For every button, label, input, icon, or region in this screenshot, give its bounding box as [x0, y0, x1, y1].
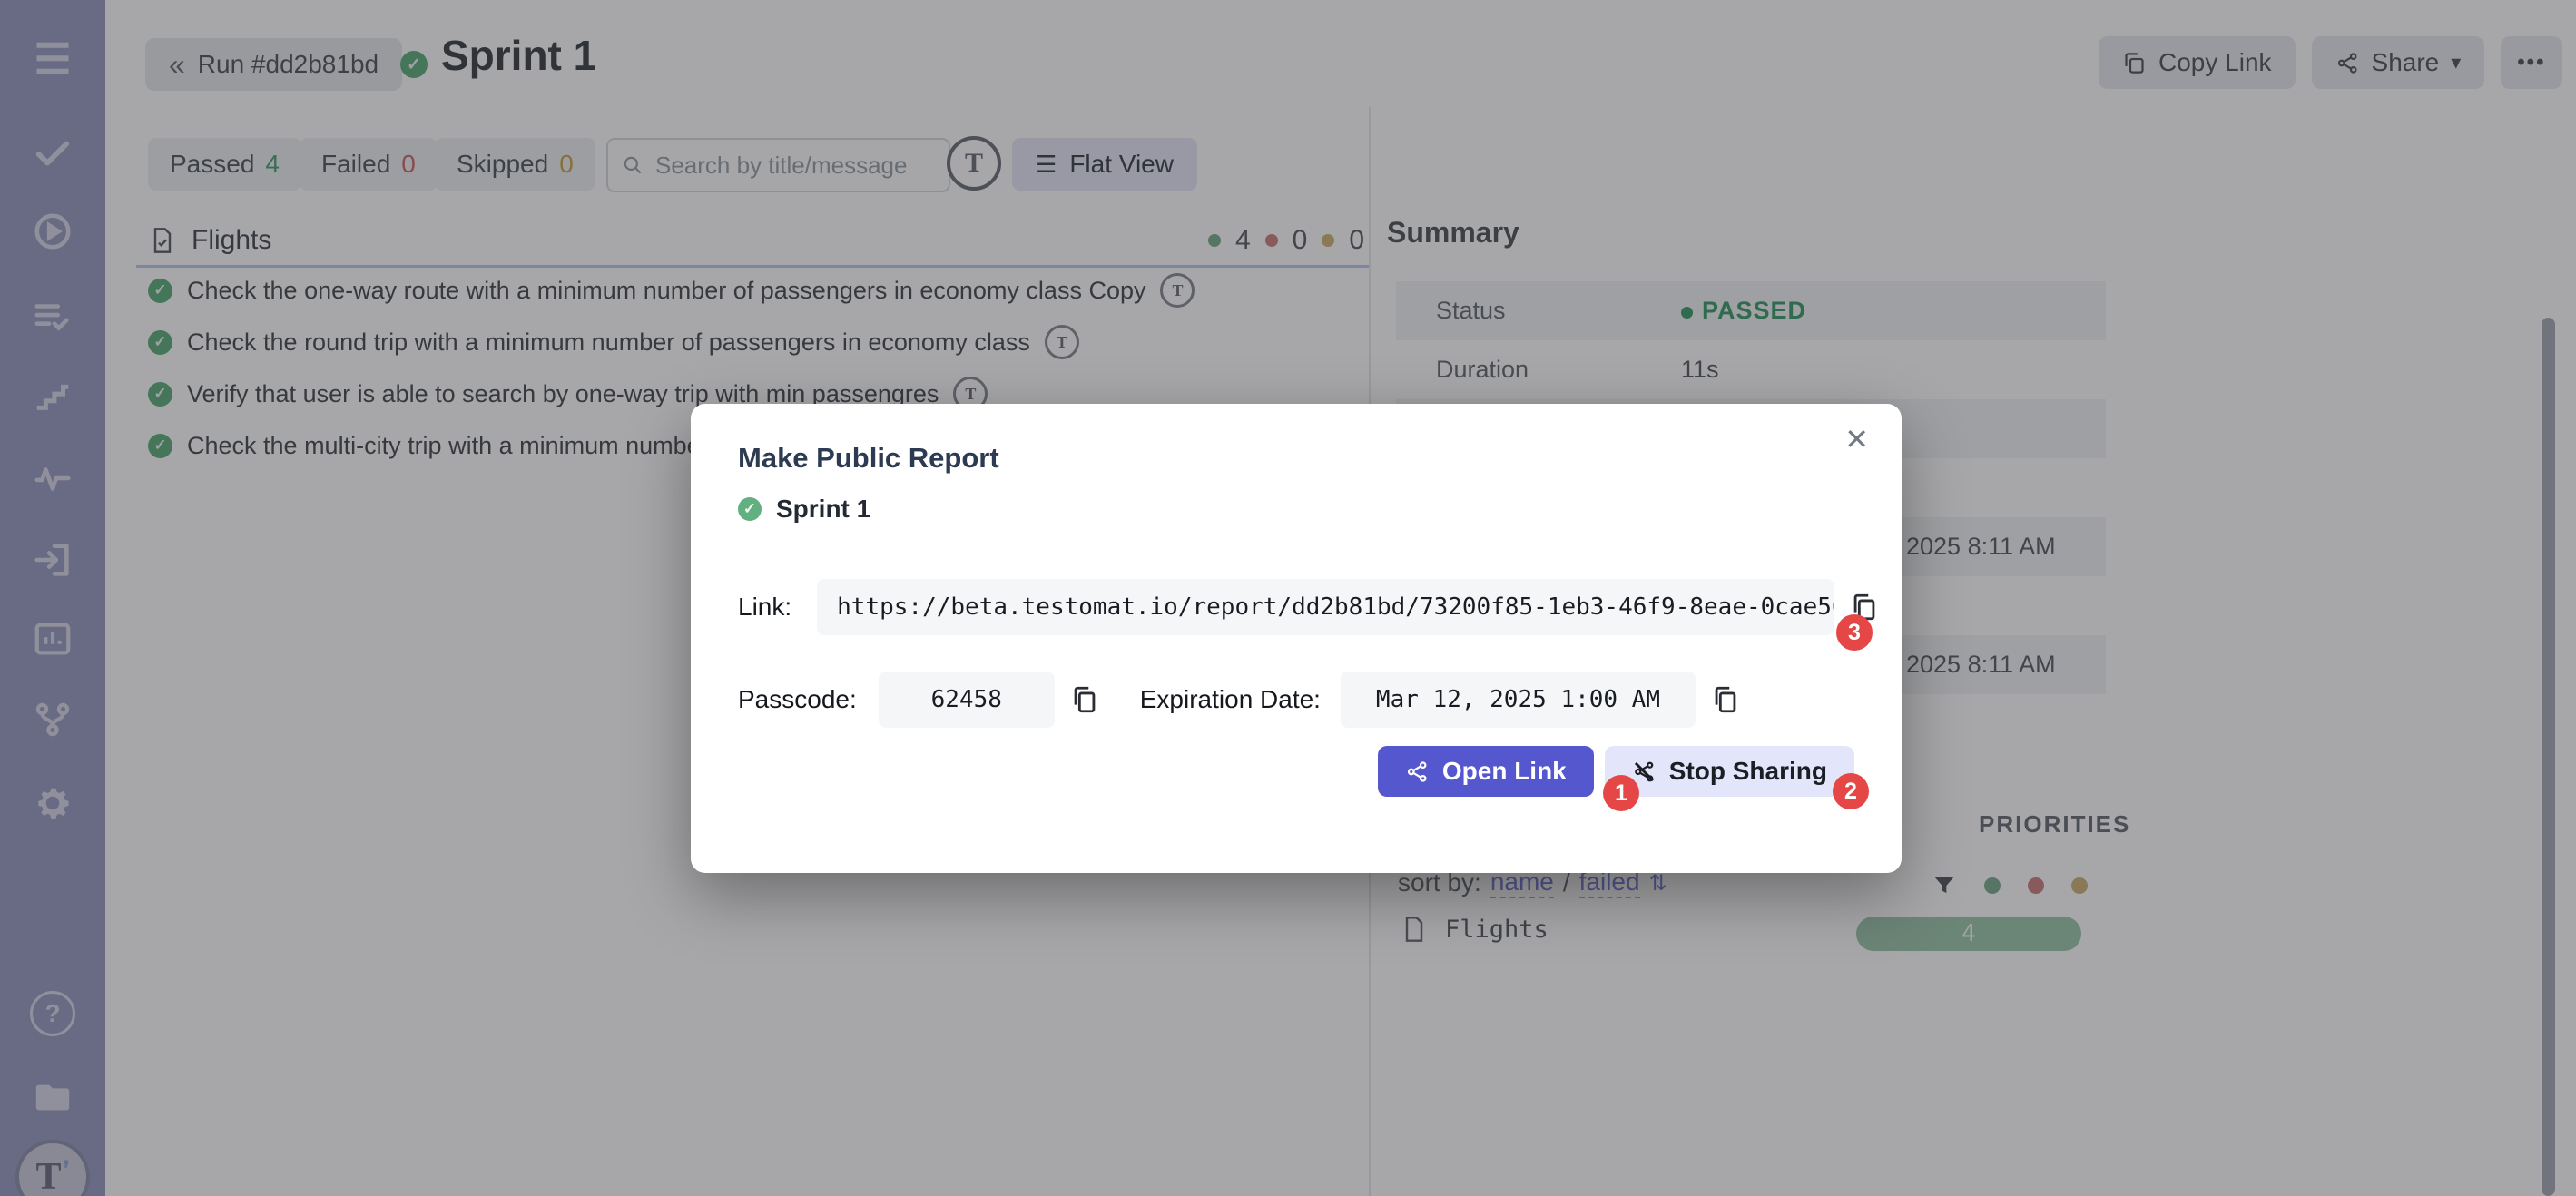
expiration-field[interactable]: Mar 12, 2025 1:00 AM	[1341, 672, 1696, 728]
passcode-label: Passcode:	[738, 685, 857, 714]
close-icon[interactable]: ✕	[1844, 422, 1869, 456]
modal-run-name-row: ✓ Sprint 1	[738, 495, 870, 524]
modal-title: Make Public Report	[738, 442, 999, 475]
passcode-row: Passcode: 62458 Expiration Date: Mar 12,…	[738, 672, 1741, 728]
open-link-button[interactable]: Open Link	[1378, 746, 1594, 797]
modal-run-name: Sprint 1	[776, 495, 870, 524]
annotation-badge-3: 3	[1836, 614, 1873, 651]
link-label: Link:	[738, 593, 791, 622]
share-icon	[1405, 760, 1430, 784]
expiration-label: Expiration Date:	[1140, 685, 1321, 714]
annotation-badge-2: 2	[1833, 773, 1869, 809]
copy-icon	[1069, 684, 1100, 715]
run-passed-check-icon: ✓	[738, 497, 762, 521]
share-slash-icon	[1632, 760, 1657, 784]
copy-icon	[1710, 684, 1741, 715]
modal-actions: Open Link Stop Sharing	[691, 746, 1854, 797]
copy-expiration-icon-button[interactable]	[1710, 684, 1741, 715]
make-public-report-modal: ✕ Make Public Report ✓ Sprint 1 Link: ht…	[691, 404, 1902, 873]
stop-sharing-button[interactable]: Stop Sharing	[1605, 746, 1854, 797]
annotation-badge-1: 1	[1603, 775, 1639, 811]
copy-passcode-icon-button[interactable]	[1069, 684, 1100, 715]
link-row: Link: https://beta.testomat.io/report/dd…	[738, 579, 1880, 635]
passcode-field[interactable]: 62458	[879, 672, 1055, 728]
app-window: ☰ ?	[0, 0, 2576, 1196]
report-link-field[interactable]: https://beta.testomat.io/report/dd2b81bd…	[817, 579, 1834, 635]
